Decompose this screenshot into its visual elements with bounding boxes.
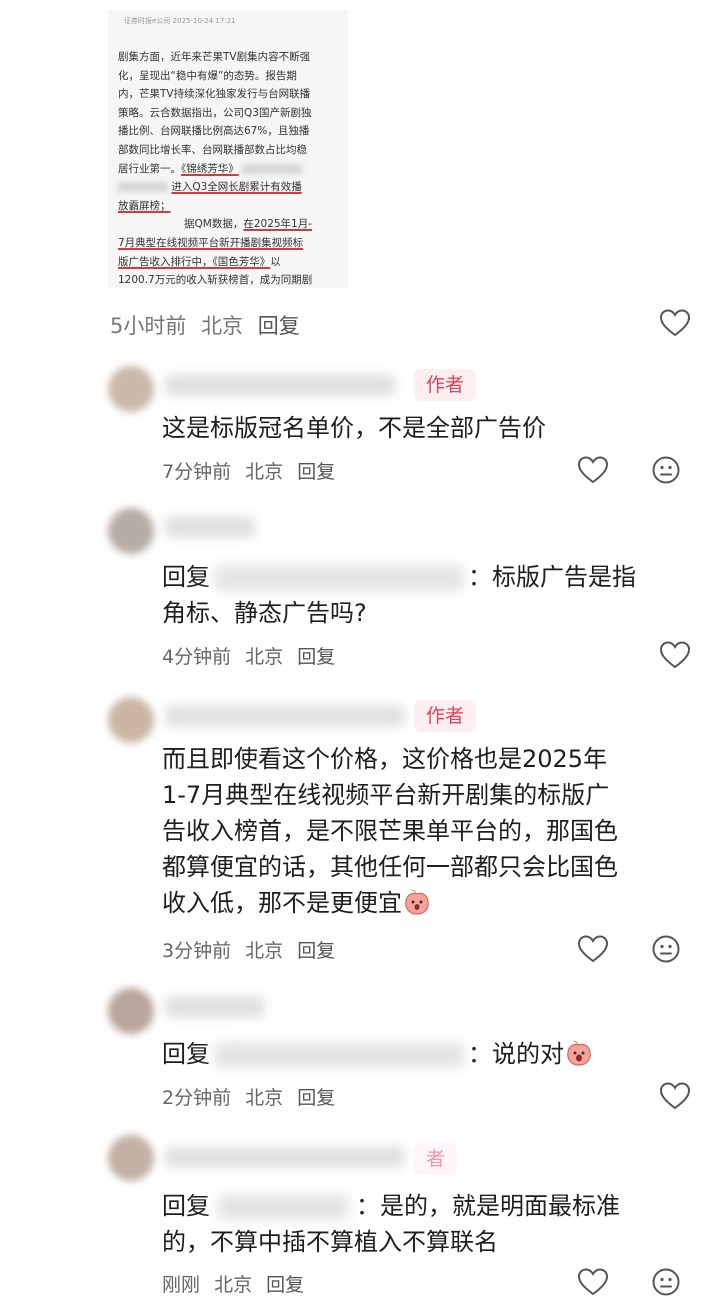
reply-button[interactable]: 回复 (297, 646, 335, 668)
comment-text-part: 收入低，那不是更便宜 (162, 889, 402, 917)
author-badge: 者 (414, 1143, 458, 1175)
avatar[interactable] (108, 697, 154, 743)
post-reply-button[interactable]: 回复 (258, 314, 300, 338)
comment-time: 2分钟前 (162, 1087, 232, 1109)
username-blurred[interactable] (165, 996, 265, 1018)
heart-icon[interactable] (660, 641, 690, 669)
comment-time: 3分钟前 (162, 940, 232, 962)
author-badge: 作者 (414, 369, 477, 401)
avatar[interactable] (108, 988, 154, 1034)
username-blurred[interactable] (165, 1146, 405, 1168)
comment-text-part: ：是的，就是明面最标准 (356, 1192, 620, 1220)
comment-location: 北京 (245, 1087, 284, 1109)
avatar[interactable] (108, 1135, 154, 1181)
comment-location: 北京 (245, 940, 284, 962)
article-text: 剧集方面，近年来芒果TV剧集内容不断强 化，呈现出“稳中有爆”的态势。报告期 内… (118, 48, 344, 288)
comment-text: 回复 ：标版广告是指 角标、静态广告吗? (162, 559, 636, 631)
article-line: 内，芒果TV持续深化独家发行与台网联播 (118, 88, 311, 101)
comment-text-part: 角标、静态广告吗? (162, 599, 367, 627)
mention-blurred[interactable] (214, 1042, 464, 1068)
heart-icon[interactable] (578, 1268, 608, 1296)
article-line: 居行业第一。《锦绣芳华》 (118, 160, 344, 179)
article-source: 证券时报e公司 2025-10-24 17:21 (124, 17, 236, 25)
comment-text: 而且即使看这个价格，这价格也是2025年 1-7月典型在线视频平台新开剧集的标版… (162, 741, 618, 921)
post-location: 北京 (201, 314, 244, 338)
peach-emoji-icon (564, 1037, 594, 1067)
comment-text: 这是标版冠名单价，不是全部广告价 (162, 414, 546, 442)
comment-text-part: 1-7月典型在线视频平台新开剧集的标版广 (162, 781, 610, 809)
comment-meta: 3分钟前 北京 回复 (162, 936, 343, 963)
article-line: 7月典型在线视频平台新开播剧集视频标 (118, 236, 304, 249)
comment-text: 回复 ：说的对 (162, 1036, 594, 1072)
article-line: 播比例、台网联播比例高达67%，且独播 (118, 125, 310, 138)
avatar[interactable] (108, 508, 154, 554)
article-line: 化，呈现出“稳中有爆”的态势。报告期 (118, 69, 297, 82)
comment-location: 北京 (245, 461, 284, 483)
reply-prefix: 回复 (162, 1192, 210, 1220)
article-line: 据QM数据，在2025年1月- (184, 218, 313, 231)
heart-icon[interactable] (660, 309, 690, 337)
reply-prefix: 回复 (162, 1040, 210, 1068)
mention-blurred[interactable] (214, 565, 464, 591)
reply-button[interactable]: 回复 (297, 940, 335, 962)
comment-text-part: 的，不算中插不算植入不算联名 (162, 1228, 498, 1256)
mention-blurred[interactable] (218, 1194, 348, 1220)
neutral-face-icon[interactable] (652, 1268, 680, 1296)
neutral-face-icon[interactable] (652, 935, 680, 963)
article-line: 版广告收入排行中，《国色芳华》以 (118, 255, 281, 268)
reply-button[interactable]: 回复 (297, 461, 335, 483)
reply-prefix: 回复 (162, 563, 210, 591)
comment-location: 北京 (245, 646, 284, 668)
neutral-face-icon[interactable] (652, 456, 680, 484)
avatar[interactable] (108, 366, 154, 412)
post-meta: 5小时前 北京 回复 (110, 310, 308, 340)
article-line: 策略。云合数据指出，公司Q3国产新剧独 (118, 106, 312, 119)
username-blurred[interactable] (165, 705, 405, 727)
comment-text-part: ：说的对 (468, 1040, 564, 1068)
reply-button[interactable]: 回复 (297, 1087, 335, 1109)
article-line: 1200.7万元的收入斩获榜首，成为同期剧 (118, 274, 313, 287)
comment-text-part: 告收入榜首，是不限芒果单平台的，那国色 (162, 817, 618, 845)
username-blurred[interactable] (165, 374, 395, 396)
peach-emoji-icon (402, 886, 432, 916)
comment-text-part: 都算便宜的话，其他任何一部都只会比国色 (162, 853, 618, 881)
heart-icon[interactable] (578, 935, 608, 963)
article-line: 放霸屏榜； (118, 199, 171, 212)
comment-time: 7分钟前 (162, 461, 232, 483)
comment-meta: 2分钟前 北京 回复 (162, 1083, 343, 1110)
author-badge: 作者 (414, 700, 477, 732)
comment-text-part: ：标版广告是指 (468, 563, 636, 591)
comment-time: 4分钟前 (162, 646, 232, 668)
comment-meta: 7分钟前 北京 回复 (162, 457, 343, 484)
comment-text: 回复 ：是的，就是明面最标准 的，不算中插不算植入不算联名 (162, 1188, 620, 1260)
heart-icon[interactable] (660, 1082, 690, 1110)
comment-meta: 4分钟前 北京 回复 (162, 642, 343, 669)
post-time: 5小时前 (110, 314, 187, 338)
comment-text-part: 而且即使看这个价格，这价格也是2025年 (162, 745, 608, 773)
article-line: 剧集方面，近年来芒果TV剧集内容不断强 (118, 51, 311, 63)
heart-icon[interactable] (578, 456, 608, 484)
username-blurred[interactable] (165, 516, 255, 538)
article-line: 部数同比增长率、台网联播部数占比均稳 (118, 143, 307, 156)
article-screenshot[interactable]: 证券时报e公司 2025-10-24 17:21 剧集方面，近年来芒果TV剧集内… (108, 10, 348, 288)
article-line: 进入Q3全网长剧累计有效播 (118, 178, 344, 197)
